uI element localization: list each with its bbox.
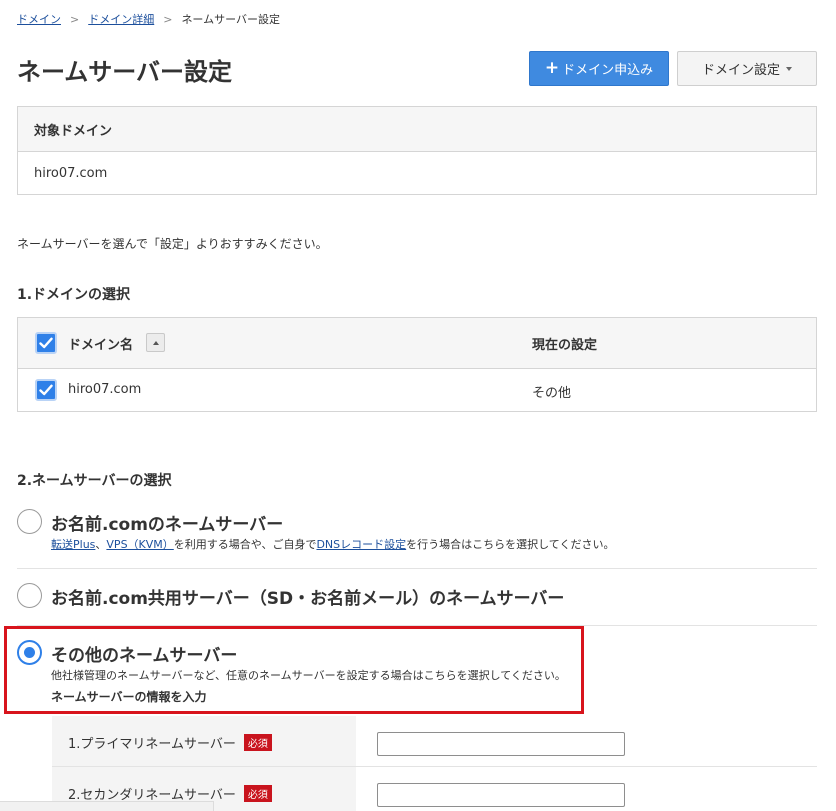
- table-row: hiro07.com その他: [18, 369, 816, 412]
- radio-shared-server-nameserver[interactable]: [17, 583, 42, 608]
- desc-text: を行う場合はこちらを選択してください。: [406, 538, 615, 551]
- breadcrumb-current: ネームサーバー設定: [181, 13, 280, 26]
- option-desc-onamae-nameserver: 転送Plus、VPS（KVM）を利用する場合や、ご自身でDNSレコード設定を行う…: [51, 536, 614, 552]
- domain-table: ドメイン名 現在の設定 hiro07.com その他: [17, 317, 817, 412]
- plus-icon: +: [544, 58, 560, 78]
- row-current-setting: その他: [532, 386, 572, 401]
- sort-button[interactable]: [146, 333, 165, 352]
- divider: [17, 568, 817, 569]
- option-title-other-nameserver: その他のネームサーバー: [51, 646, 238, 666]
- target-domain-value: hiro07.com: [34, 166, 108, 181]
- required-badge: 必須: [243, 734, 272, 751]
- select-all-checkbox[interactable]: [35, 332, 57, 354]
- link-transfer-plus[interactable]: 転送Plus: [51, 538, 95, 551]
- domain-settings-dropdown[interactable]: ドメイン設定: [677, 51, 817, 86]
- target-domain-header: 対象ドメイン: [18, 107, 816, 152]
- option-title-shared-server-nameserver: お名前.com共用サーバー（SD・お名前メール）のネームサーバー: [51, 589, 565, 609]
- domain-table-header: ドメイン名 現在の設定: [18, 318, 816, 369]
- horizontal-scrollbar[interactable]: [0, 801, 214, 811]
- link-vps-kvm[interactable]: VPS（KVM）: [106, 538, 173, 551]
- column-header-current-setting: 現在の設定: [532, 338, 598, 353]
- domain-settings-label: ドメイン設定: [701, 63, 780, 78]
- desc-text: 、: [95, 538, 107, 551]
- breadcrumb-separator: >: [163, 13, 173, 26]
- primary-nameserver-label-cell: 1.プライマリネームサーバー 必須: [52, 716, 356, 766]
- option-title-onamae-nameserver: お名前.comのネームサーバー: [51, 515, 284, 535]
- radio-other-nameserver[interactable]: [17, 640, 42, 665]
- primary-nameserver-label: 1.プライマリネームサーバー: [68, 737, 236, 752]
- desc-text: を利用する場合や、ご自身で: [173, 538, 317, 551]
- nameserver-input-label: ネームサーバーの情報を入力: [51, 690, 207, 704]
- page-title: ネームサーバー設定: [17, 58, 233, 86]
- check-icon: [39, 384, 53, 396]
- breadcrumb-separator: >: [70, 13, 80, 26]
- instruction-text: ネームサーバーを選んで「設定」よりおすすみください。: [17, 237, 328, 251]
- secondary-nameserver-input[interactable]: [377, 783, 625, 807]
- link-dns-record-settings[interactable]: DNSレコード設定: [316, 538, 406, 551]
- radio-selected-dot: [24, 647, 35, 658]
- breadcrumb: ドメイン > ドメイン詳細 > ネームサーバー設定: [17, 11, 280, 27]
- domain-apply-button[interactable]: + ドメイン申込み: [529, 51, 669, 86]
- caret-down-icon: [786, 66, 792, 71]
- breadcrumb-link-domain[interactable]: ドメイン: [17, 13, 61, 26]
- sort-asc-icon: [152, 340, 159, 345]
- required-badge: 必須: [243, 785, 272, 802]
- primary-nameserver-input[interactable]: [377, 732, 625, 756]
- domain-apply-label: ドメイン申込み: [562, 63, 654, 78]
- primary-nameserver-row: 1.プライマリネームサーバー 必須: [52, 716, 817, 767]
- radio-onamae-nameserver[interactable]: [17, 509, 42, 534]
- breadcrumb-link-domain-detail[interactable]: ドメイン詳細: [88, 13, 154, 26]
- section-title-nameserver-selection: 2.ネームサーバーの選択: [17, 473, 172, 489]
- nameserver-form: 1.プライマリネームサーバー 必須 2.セカンダリネームサーバー 必須: [52, 716, 817, 811]
- row-domain-name: hiro07.com: [68, 382, 142, 397]
- row-checkbox[interactable]: [35, 379, 57, 401]
- primary-nameserver-label-wrap: 1.プライマリネームサーバー 必須: [68, 733, 272, 752]
- check-icon: [39, 337, 53, 349]
- column-header-domain-name: ドメイン名: [68, 338, 134, 353]
- section-title-domain-selection: 1.ドメインの選択: [17, 287, 131, 303]
- target-domain-panel: 対象ドメイン hiro07.com: [17, 106, 817, 195]
- option-desc-other-nameserver: 他社様管理のネームサーバーなど、任意のネームサーバーを設定する場合はこちらを選択…: [51, 669, 566, 682]
